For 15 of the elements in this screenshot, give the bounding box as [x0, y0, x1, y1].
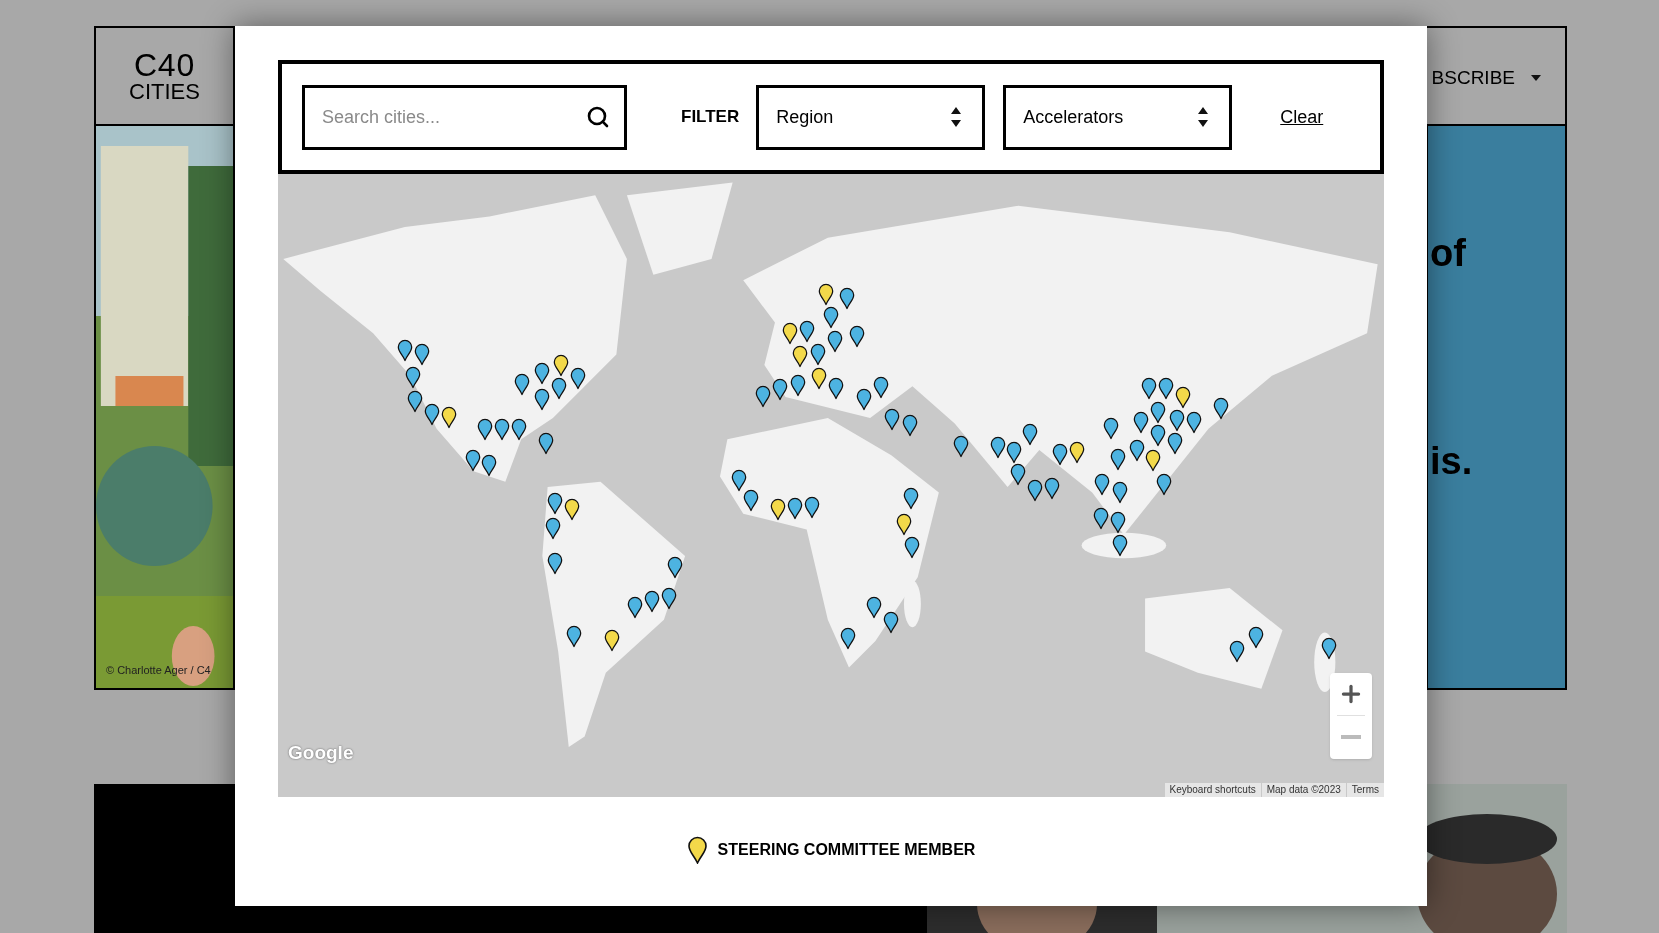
caret-icon — [1531, 75, 1541, 81]
headline-text: is. — [1429, 442, 1474, 480]
search-field[interactable]: Search cities... — [302, 84, 627, 150]
clear-link[interactable]: Clear — [1280, 103, 1324, 131]
nav-item[interactable]: BSCRIBE — [1431, 28, 1565, 124]
search-icon[interactable] — [586, 104, 610, 129]
dropdown-select[interactable]: Region — [756, 84, 986, 150]
headline-text: of — [1429, 234, 1467, 272]
sort-arrows-icon — [1197, 106, 1210, 128]
legend-label: STEERING COMMITTEE MEMBER — [717, 839, 976, 860]
legend-pin-icon[interactable] — [687, 836, 707, 864]
sort-arrows-icon — [950, 106, 963, 128]
dropdown-select[interactable]: Accelerators — [1003, 84, 1233, 150]
filter-label: FILTER — [681, 106, 740, 129]
image-credit: © Charlotte Ager / C4 — [106, 662, 211, 678]
